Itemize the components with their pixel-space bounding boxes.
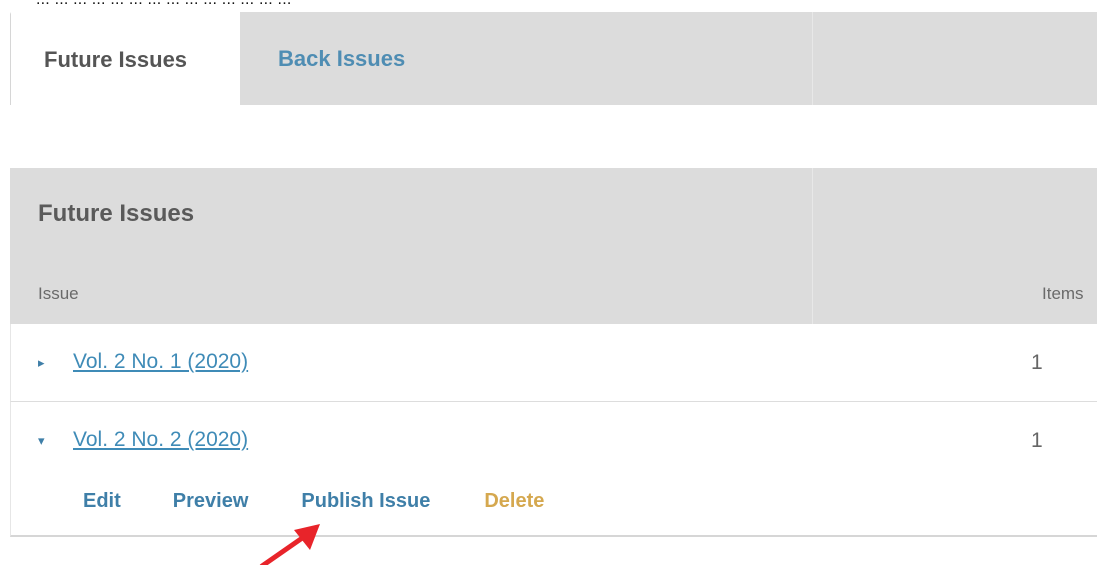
column-header-issue: Issue (38, 284, 79, 303)
page: ... ... ... ... ... ... ... ... ... ... … (0, 0, 1097, 565)
top-caption: ... ... ... ... ... ... ... ... ... ... … (36, 0, 292, 9)
panel-title: Future Issues (38, 200, 195, 227)
tab-back-issues-label: Back Issues (278, 45, 406, 71)
issue-link[interactable]: Vol. 2 No. 1 (2020) (73, 350, 248, 374)
delete-button[interactable]: Delete (484, 490, 544, 513)
red-arrow-icon (259, 524, 320, 565)
triangle-down-icon[interactable]: ▾ (38, 433, 45, 449)
tab-back-issues[interactable]: Back Issues (240, 12, 480, 105)
edit-button[interactable]: Edit (83, 490, 121, 513)
header-divider (812, 168, 813, 324)
preview-button[interactable]: Preview (173, 490, 249, 513)
tab-future-issues[interactable]: Future Issues (10, 12, 240, 105)
items-count: 1 (1031, 429, 1043, 452)
tab-bar-divider (812, 12, 813, 105)
tab-bar: Future Issues Back Issues (10, 12, 1097, 105)
row-actions: Edit Preview Publish Issue Delete (83, 490, 544, 513)
panel-header: Future Issues Issue Items (10, 168, 1097, 324)
items-count: 1 (1031, 351, 1043, 374)
triangle-right-icon[interactable]: ▸ (38, 355, 45, 371)
table-row: ▾ Vol. 2 No. 2 (2020) 1 Edit Preview Pub… (10, 402, 1097, 537)
future-issues-panel: Future Issues Issue Items ▸ Vol. 2 No. 1… (10, 168, 1097, 537)
column-header-items: Items (1042, 284, 1084, 303)
tab-future-issues-label: Future Issues (44, 46, 188, 72)
publish-issue-button[interactable]: Publish Issue (301, 490, 430, 513)
table-row: ▸ Vol. 2 No. 1 (2020) 1 (10, 324, 1097, 402)
issue-link[interactable]: Vol. 2 No. 2 (2020) (73, 428, 248, 452)
